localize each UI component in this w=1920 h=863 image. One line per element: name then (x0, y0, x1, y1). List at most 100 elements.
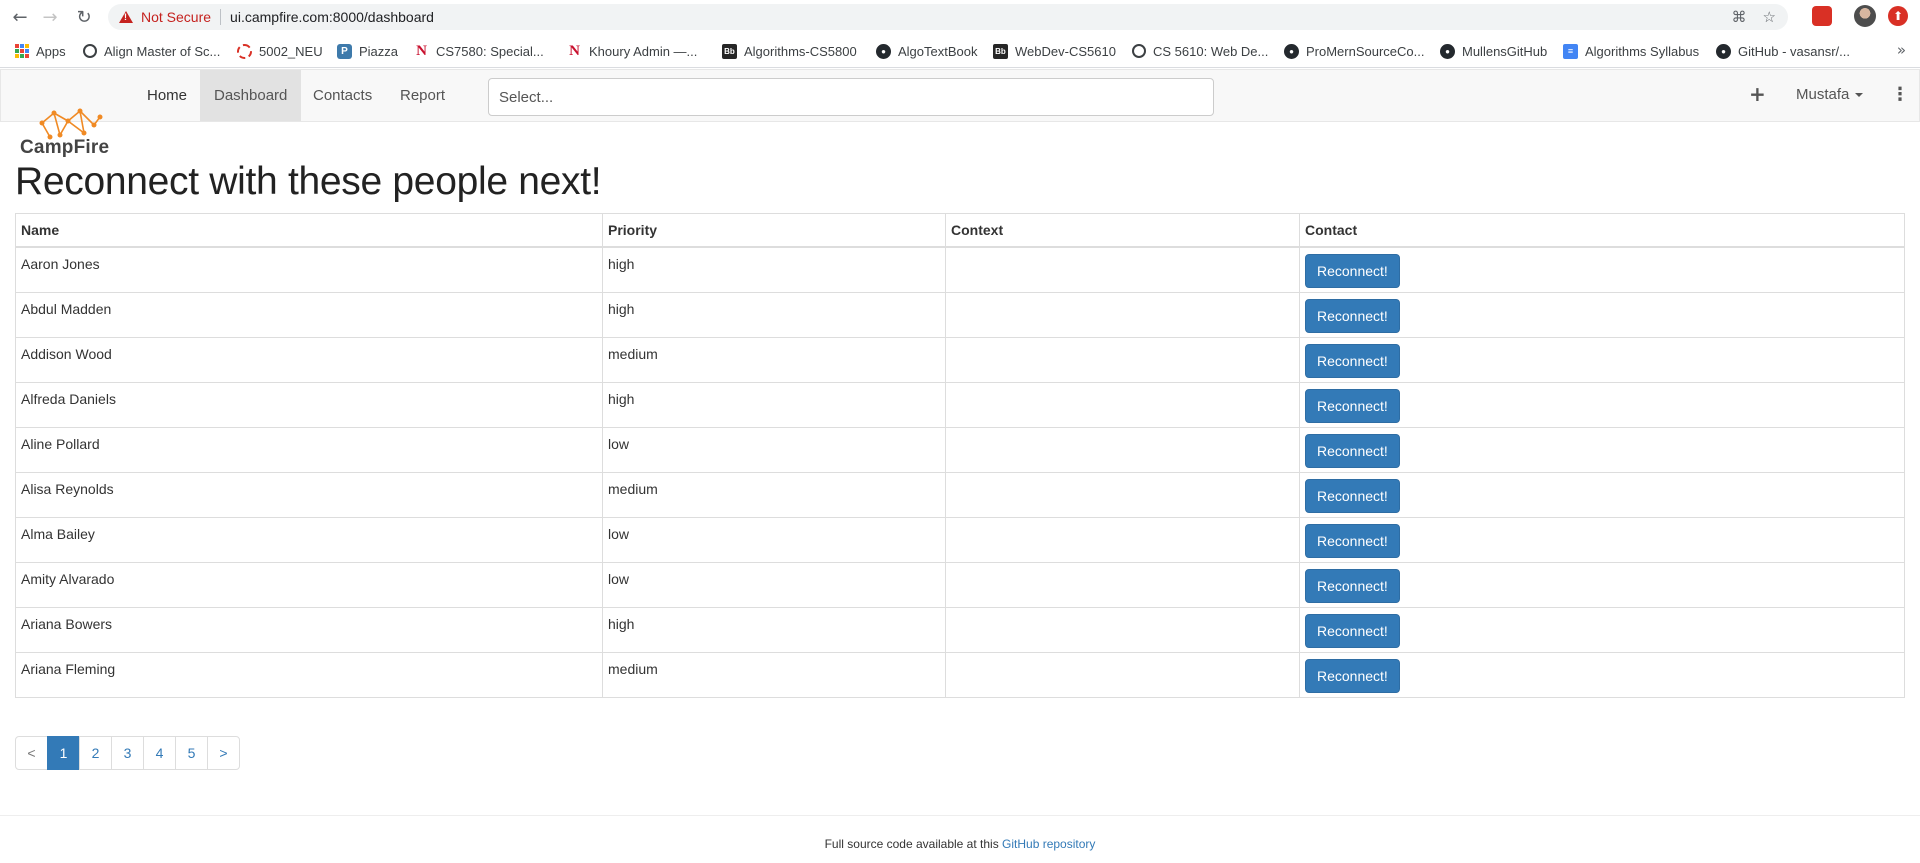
contact-context (945, 381, 1300, 428)
contact-search-select[interactable]: Select... (488, 78, 1214, 116)
user-dropdown[interactable]: Mustafa (1796, 86, 1864, 103)
pagination-next[interactable]: > (207, 736, 240, 770)
reconnect-button[interactable]: Reconnect! (1305, 343, 1400, 378)
bookmark-label: ProMernSourceCo... (1306, 43, 1425, 59)
contact-name: Alfreda Daniels (15, 381, 603, 428)
reconnect-button[interactable]: Reconnect! (1305, 523, 1400, 558)
contact-priority: medium (602, 471, 946, 518)
apps-grid-icon (14, 43, 29, 59)
bookmark-label: CS 5610: Web De... (1153, 43, 1269, 59)
back-arrow-icon[interactable]: ← (8, 5, 32, 29)
pagination: < 1 2 3 4 5 > (15, 736, 240, 770)
github-icon: ● (1716, 43, 1731, 59)
pagination-page-3[interactable]: 3 (111, 736, 144, 770)
pagination-page-1[interactable]: 1 (47, 736, 80, 770)
user-name: Mustafa (1796, 86, 1850, 103)
extension-icon[interactable] (1812, 6, 1832, 26)
caret-down-icon (1855, 92, 1864, 97)
reconnect-button[interactable]: Reconnect! (1305, 388, 1400, 423)
column-header-context: Context (945, 213, 1300, 248)
bookmarks-overflow-icon[interactable]: » (1897, 41, 1906, 59)
bookmark-algorithms-cs5800[interactable]: Bb Algorithms-CS5800 (722, 42, 857, 60)
bookmark-cs7580[interactable]: N CS7580: Special... (414, 42, 544, 60)
table-header-row: Name Priority Context Contact (15, 213, 1905, 248)
bookmark-algotextbook[interactable]: ● AlgoTextBook (876, 42, 978, 60)
bookmark-webdev-cs5610[interactable]: Bb WebDev-CS5610 (993, 42, 1116, 60)
chrome-update-icon[interactable]: ⬆ (1888, 6, 1908, 26)
bookmark-label: Khoury Admin —... (589, 43, 698, 59)
bookmark-star-icon[interactable]: ☆ (1763, 8, 1776, 26)
reconnect-button[interactable]: Reconnect! (1305, 298, 1400, 333)
contact-cell: Reconnect! (1299, 651, 1905, 698)
bookmark-khoury-admin[interactable]: N Khoury Admin —... (567, 42, 697, 60)
globe-icon (1132, 44, 1146, 58)
bookmark-algorithms-syllabus[interactable]: ≡ Algorithms Syllabus (1563, 42, 1699, 60)
bookmark-label: Algorithms Syllabus (1585, 43, 1700, 59)
github-repository-link[interactable]: GitHub repository (1002, 837, 1095, 851)
omnibox-divider (220, 9, 222, 25)
forward-arrow-icon[interactable]: → (38, 5, 62, 29)
kebab-icon[interactable]: ⋮ (1891, 84, 1909, 105)
contact-name: Alma Bailey (15, 516, 603, 563)
northeastern-icon: N (416, 42, 427, 59)
bookmark-piazza[interactable]: P Piazza (337, 42, 398, 60)
table-row: Abdul Madden high Reconnect! (15, 291, 1905, 338)
bookmark-label: Algorithms-CS5800 (744, 43, 857, 59)
github-icon: ● (1284, 43, 1299, 59)
contact-priority: low (602, 516, 946, 563)
url-text[interactable]: ui.campfire.com:8000/dashboard (230, 9, 434, 25)
contact-cell: Reconnect! (1299, 471, 1905, 518)
bookmark-align-master[interactable]: Align Master of Sc... (83, 42, 220, 60)
bookmark-label: AlgoTextBook (898, 43, 978, 59)
bookmark-5002-neu[interactable]: 5002_NEU (237, 42, 323, 60)
contact-cell: Reconnect! (1299, 606, 1905, 653)
reconnect-button[interactable]: Reconnect! (1305, 478, 1400, 513)
bookmark-label: 5002_NEU (259, 43, 323, 59)
plus-icon[interactable]: + (1749, 82, 1766, 106)
contact-name: Aline Pollard (15, 426, 603, 473)
reconnect-button[interactable]: Reconnect! (1305, 254, 1400, 288)
nav-contacts[interactable]: Contacts (299, 70, 386, 121)
bookmark-cs5610-web[interactable]: CS 5610: Web De... (1132, 42, 1268, 60)
table-row: Ariana Fleming medium Reconnect! (15, 651, 1905, 698)
bookmark-promern-source[interactable]: ● ProMernSourceCo... (1284, 42, 1425, 60)
table-row: Alma Bailey low Reconnect! (15, 516, 1905, 563)
reconnect-button[interactable]: Reconnect! (1305, 658, 1400, 693)
bookmark-github-vasansr[interactable]: ● GitHub - vasansr/... (1716, 42, 1850, 60)
ring-icon (237, 43, 252, 59)
reload-icon[interactable]: ↻ (72, 5, 96, 29)
app-navbar: Home Dashboard Contacts Report Select...… (0, 69, 1920, 122)
piazza-icon: P (337, 43, 352, 59)
page-title: Reconnect with these people next! (15, 160, 602, 203)
address-bar[interactable]: Not Secure ui.campfire.com:8000/dashboar… (108, 4, 1788, 30)
pagination-page-2[interactable]: 2 (79, 736, 112, 770)
table-row: Aline Pollard low Reconnect! (15, 426, 1905, 473)
reconnect-button[interactable]: Reconnect! (1305, 613, 1400, 648)
github-icon: ● (1440, 43, 1455, 59)
contact-priority: medium (602, 336, 946, 383)
bookmark-label: Apps (36, 43, 66, 59)
bookmark-apps[interactable]: Apps (14, 42, 66, 60)
nav-dashboard[interactable]: Dashboard (200, 70, 302, 121)
profile-avatar[interactable] (1854, 5, 1876, 27)
contact-context (945, 336, 1300, 383)
pagination-page-5[interactable]: 5 (175, 736, 208, 770)
contact-context (945, 561, 1300, 608)
translate-icon[interactable]: ⌘ (1732, 8, 1747, 26)
contact-cell: Reconnect! (1299, 246, 1905, 293)
contact-name: Alisa Reynolds (15, 471, 603, 518)
contact-name: Aaron Jones (15, 246, 603, 293)
bookmark-label: MullensGitHub (1462, 43, 1548, 59)
pagination-page-4[interactable]: 4 (143, 736, 176, 770)
nav-home[interactable]: Home (133, 70, 201, 121)
campfire-logo[interactable]: CampFire (18, 107, 118, 159)
reconnect-button[interactable]: Reconnect! (1305, 433, 1400, 468)
nav-report[interactable]: Report (386, 70, 459, 121)
table-row: Ariana Bowers high Reconnect! (15, 606, 1905, 653)
security-status[interactable]: Not Secure (141, 9, 211, 25)
reconnect-button[interactable]: Reconnect! (1305, 568, 1400, 603)
bookmark-mullens-github[interactable]: ● MullensGitHub (1440, 42, 1547, 60)
bookmark-label: Align Master of Sc... (104, 43, 221, 59)
browser-toolbar: ← → ↻ Not Secure ui.campfire.com:8000/da… (0, 0, 1920, 34)
pagination-prev[interactable]: < (15, 736, 48, 770)
